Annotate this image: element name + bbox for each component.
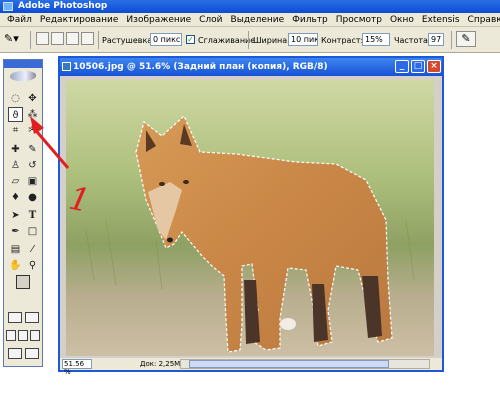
options-separator (30, 31, 31, 49)
options-separator (248, 31, 249, 49)
gradient-icon[interactable]: ▣ (25, 174, 40, 189)
brush-icon[interactable]: ✎ (25, 142, 40, 157)
width-input[interactable]: 10 пикс (288, 33, 318, 46)
eraser-icon[interactable]: ▱ (8, 174, 23, 189)
frequency-input[interactable]: 97 (428, 33, 444, 46)
maximize-button[interactable]: □ (411, 60, 425, 73)
menu-help[interactable]: Справка (464, 15, 500, 25)
app-title-bar: Adobe Photoshop (0, 0, 500, 13)
shape-icon[interactable]: □ (25, 224, 40, 239)
menu-edit[interactable]: Редактирование (36, 15, 123, 25)
menu-view[interactable]: Просмотр (332, 15, 386, 25)
eyedropper-icon[interactable]: ⁄ (25, 242, 40, 257)
tablet-pressure-icon[interactable]: ✎ (456, 31, 476, 47)
intersect-selection-button[interactable] (81, 32, 94, 45)
contrast-input[interactable]: 15% (362, 33, 390, 46)
new-selection-button[interactable] (36, 32, 49, 45)
menu-window[interactable]: Окно (386, 15, 418, 25)
document-icon (62, 62, 71, 71)
screen-mode-standard-button[interactable] (6, 330, 16, 341)
document-title: 10506.jpg @ 51.6% (Задний план (копия), … (73, 62, 328, 72)
photoshop-app-icon (3, 2, 13, 11)
feather-label: Растушевка: (102, 36, 155, 45)
quick-mask-button[interactable] (25, 312, 39, 323)
blur-icon[interactable]: ♦ (8, 190, 23, 205)
document-title-bar[interactable]: 10506.jpg @ 51.6% (Задний план (копия), … (60, 58, 442, 76)
subtract-selection-button[interactable] (66, 32, 79, 45)
pen-icon[interactable]: ✒ (8, 224, 23, 239)
type-icon[interactable]: T (25, 208, 40, 223)
frequency-label: Частота: (394, 36, 431, 45)
hand-icon[interactable]: ✋ (8, 258, 23, 273)
zoom-icon[interactable]: ⚲ (25, 258, 40, 273)
menu-select[interactable]: Выделение (227, 15, 289, 25)
clone-stamp-icon[interactable]: ♙ (8, 158, 23, 173)
minimize-button[interactable]: _ (395, 60, 409, 73)
document-status-bar: 51.56 % Док: 2,25M/6,00M (60, 358, 442, 376)
document-window: 10506.jpg @ 51.6% (Задний план (копия), … (58, 56, 444, 376)
options-separator (98, 31, 99, 49)
notes-icon[interactable]: ▤ (8, 242, 23, 257)
menu-extensis[interactable]: Extensis (418, 15, 464, 25)
healing-brush-icon[interactable]: ✚ (8, 142, 23, 157)
menu-layer[interactable]: Слой (195, 15, 226, 25)
horizontal-scrollbar[interactable] (180, 359, 430, 369)
photoshop-feather-icon[interactable] (10, 71, 36, 81)
tool-preset-picker[interactable]: ✎▾ (4, 32, 26, 45)
marquee-icon[interactable]: ◌ (8, 91, 23, 106)
jump-to-imageready-button[interactable] (8, 348, 22, 359)
move-icon[interactable]: ✥ (25, 91, 40, 106)
path-select-icon[interactable]: ➤ (8, 208, 23, 223)
lasso-icon[interactable]: ϑ (8, 107, 23, 122)
scrollbar-thumb[interactable] (189, 360, 389, 368)
feather-input[interactable]: 0 пикс (150, 33, 182, 46)
antialias-checkbox[interactable]: ✓ (186, 35, 195, 44)
image-canvas[interactable] (66, 80, 434, 356)
fox-photo (66, 80, 434, 356)
menu-filter[interactable]: Фильтр (288, 15, 332, 25)
menu-bar: Файл Редактирование Изображение Слой Выд… (0, 13, 500, 27)
contrast-label: Контраст: (321, 36, 364, 45)
slice-icon[interactable]: ✂ (25, 123, 40, 138)
magic-wand-icon[interactable]: ⁂ (25, 107, 40, 122)
toolbox: ◌ ✥ ϑ ⁂ ⌗ ✂ ✚ ✎ ♙ ↺ ▱ ▣ ♦ ● ➤ T ✒ □ ▤ ⁄ … (3, 59, 43, 367)
menu-file[interactable]: Файл (3, 15, 36, 25)
screen-mode-full-menu-button[interactable] (18, 330, 28, 341)
foreground-color-swatch[interactable] (16, 275, 30, 289)
toolbox-header[interactable] (4, 60, 42, 68)
options-separator (451, 31, 452, 49)
jump-to-imageready-icon[interactable] (25, 348, 39, 359)
dodge-icon[interactable]: ● (25, 190, 40, 205)
crop-icon[interactable]: ⌗ (8, 123, 23, 138)
app-title: Adobe Photoshop (18, 1, 108, 11)
antialias-label: Сглаживание (198, 36, 256, 45)
zoom-level-field[interactable]: 51.56 % (62, 359, 92, 376)
options-bar: ✎▾ Растушевка: 0 пикс ✓ Сглаживание Шири… (0, 27, 500, 53)
menu-image[interactable]: Изображение (122, 15, 195, 25)
screen-mode-full-button[interactable] (30, 330, 40, 341)
standard-mode-button[interactable] (8, 312, 22, 323)
width-label: Ширина: (253, 36, 290, 45)
close-button[interactable]: × (427, 60, 441, 73)
history-brush-icon[interactable]: ↺ (25, 158, 40, 173)
add-selection-button[interactable] (51, 32, 64, 45)
